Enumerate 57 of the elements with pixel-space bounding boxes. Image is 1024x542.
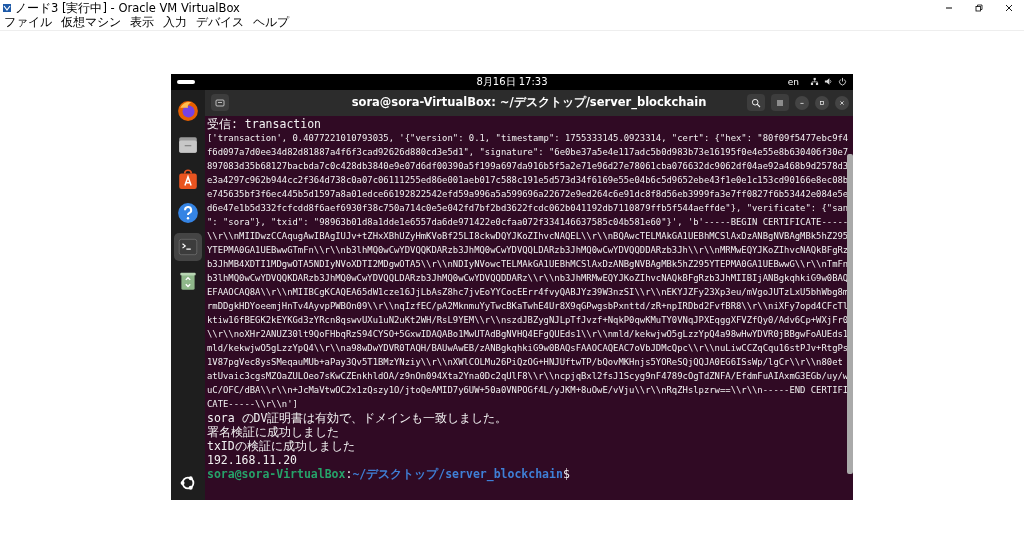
output-line: \\r\\nMIIDwzCCAqugAwIBAgIUJv+tZHxXBhUZyHmKVoBf25LI8ckwDQYJKoZIhvcNAQEL\\r\\nBQAwcTELMAkGA1UEBhMCSlAxDzANBgNVBAgMBk5hZ295 bbox=[207, 229, 847, 243]
maximize-icon bbox=[818, 98, 826, 107]
output-line: YTEPMA0GA1UEBwwGTmFn\\r\\nb3lhMQ0wCwYDVQQKDARzb3JhMQ0wCwYDVQQLDARzb3JhMQ0wCwYDVQQDDARzb3Jh\\r\\nMRMwEQYJKoZIhvcNAQkBFgRz bbox=[207, 243, 847, 257]
network-icon[interactable] bbox=[810, 77, 819, 86]
output-line: b3lhMQ0wCwYDVQQKDARzb3JhMQ0wCwYDVQQLDARzb3JhMQ0wCwYDVQQDDARz\\r\\nb3JhMRMwEQYJKoZIhvcNAQkBFgRzb3JhMIIBIjANBgkqhkiG9w0BAQ bbox=[207, 271, 847, 285]
output-line: atUvaic3cgsMZOaZULOeo7sKwCZEnkhldOA/z9nOn094Xta2Yna0Dc2qUlF8\\r\\ncpjqBxl2fsJ1Scyg9nF4789cOgTdZNFA/EfdmFuAIAxmG3EGb/uy/w bbox=[207, 369, 847, 383]
menu-item[interactable]: デバイス bbox=[196, 15, 244, 30]
close-icon bbox=[838, 98, 846, 107]
output-line: ['transaction', 0.4077221010793035, '{"version": 0.1, "timestamp": 1755333145.0923314, "cert": {"hex": "80f09f5477ebc9f4 bbox=[207, 131, 847, 145]
scrollbar-thumb[interactable] bbox=[847, 153, 853, 474]
output-line: d6e47e1b5d332fcfcdd8f6aef6930f38c750a714c0e5e042fd7bf2bd3622fcdc062b041192db7110879ffb5f544aeffde"}, "verificate": {"san bbox=[207, 201, 847, 215]
menu-item[interactable]: ヘルプ bbox=[253, 15, 289, 30]
output-line: rmDDgkHDYoeemjHnTv4AyvpPWBOn09\\r\\nqIzfEC/pA2MknmuYyTwcBKaTwhE4Ur8X9qGPwgsbPxnttd/zR+npIRDbd2FvfBR8\\r\\niXFy7opd4CFcTl bbox=[207, 299, 847, 313]
prompt-path: ~/デスクトップ/server_blockchain bbox=[352, 466, 563, 481]
output-line: b3JhMB4XDTI1MDgwOTA5NDIyNVoXDTI2MDgwOTA5\\r\\nNDIyNVowcTELMAkGA1UEBhMCSlAxDzANBgNVBAgMBk5hZ295YTEPMA0GA1UEBwwG\\r\\nTmFn bbox=[207, 257, 847, 271]
output-line: EFAAOCAQ8A\\r\\nMIIBCgKCAQEA65dW1cze16JjLbAsZ8hc7jvEoYYCocEErr4fvyQABJYz39W3nzSI\\r\\nEKYJZFy23Xp3eu/mVgoJUTzLxU5bhWbg8m bbox=[207, 285, 847, 299]
output-line: ": "sora"}, "txid": "98963b01d8a1dde1e6557da6de971422e0cfaa072f334146637585c04b581e60"}', 'b'-----BEGIN CERTIFICATE----- bbox=[207, 215, 847, 229]
prompt-separator: : bbox=[345, 466, 353, 481]
output-line: sora のDV証明書は有効で、ドメインも一致しました。 bbox=[207, 410, 509, 425]
help-icon bbox=[177, 201, 199, 224]
close-icon bbox=[1004, 2, 1014, 13]
shopping-bag-icon bbox=[177, 167, 199, 190]
maximize-button[interactable] bbox=[815, 95, 829, 110]
tab-icon bbox=[215, 97, 225, 108]
output-line: CATE-----\\r\\n'] bbox=[207, 397, 299, 411]
ubuntu-logo-icon[interactable] bbox=[179, 473, 197, 492]
output-line: e3a4297c962b944cc2f364d738c0a07c06111255ed86e001aeb017c588c191e5d573d34f6169e55e04b6c5d9652ebe43f1e0e1c153cd90166e8ec08b bbox=[207, 173, 847, 187]
output-line: 897083d35b68127bacbda7c0c428db3840e9e07d6df00390a5f199a697da916b5f5a2e71e96d27e78061cba076632dc9062df04ae92a468b9d2578d3 bbox=[207, 159, 847, 173]
activities-indicator[interactable] bbox=[177, 79, 195, 84]
output-line: 192.168.11.20 bbox=[207, 452, 298, 467]
output-line: 署名検証に成功しました bbox=[207, 424, 340, 439]
prompt-user: sora@sora-VirtualBox bbox=[207, 466, 346, 481]
output-line: f6d097a7d0ee34d82d81887a4f6f3cad92626d880cd3e5d1", "signature": "6e0be37a5e4e117adc5b0d983b73e16195f0e4e55e8b630406f30e7 bbox=[207, 145, 847, 159]
input-method[interactable]: en bbox=[787, 76, 799, 87]
output-line: txIDの検証に成功しました bbox=[207, 438, 356, 453]
search-icon bbox=[751, 97, 761, 108]
output-line: mld/kekwjwO5gLzzYpQ4\\r\\na98wDwYDVR0TAQH/BAUwAwEB/zANBgkqhkiG9w0BAQsFAAOCAQEAC7oVbJDMcQpc\\r\\nuLiwCCZqCqu16stPJv+RtgPs bbox=[207, 341, 847, 355]
output-line: 受信: transaction bbox=[207, 116, 322, 131]
output-line: uC/OFC/dBA\\r\\n+JcMaVtwOC2x1zQszy1O/jtoQeAMID7y6UW+50a0VNPOGf4L/yJKM+8uOwE/vVju\\r\\nRqZHslpzrw==\\r\\n-----END CERTIFI bbox=[207, 383, 847, 397]
output-line: ktiw16fBEGK2kEYKGd3zYRcn8qswvUXu1uN2uKt2WH/RsL9YEM\\r\\nszdJBZygNJLpTfJvzf+NqkP0qwKMuTY0VNqJPXEqggXFVZfQy0/Adv6Cp+WXjFr0 bbox=[207, 313, 847, 327]
output-line: \\r\\noXHr2ANUZ30lt9QoFHbqRzS94CYSO+5GxwIDAQABo1MwUTAdBgNVHQ4EFgQUEds1\\r\\nmld/kekwjwO5gLzzYpQ4a98wHwYDVR0jBBgwFoAUEds1 bbox=[207, 327, 847, 341]
speaker-icon[interactable] bbox=[824, 77, 833, 86]
search-button[interactable] bbox=[747, 94, 765, 111]
menu-item[interactable]: 表示 bbox=[130, 15, 154, 30]
menu-item[interactable]: 仮想マシン bbox=[61, 15, 121, 30]
power-icon[interactable] bbox=[838, 77, 847, 86]
output-line: e745635bf3f6ec445b5d1597a8a01edce66192822542efd59a996a5a599696a22672e9ed264c6e91dc8f8d56eb3999fa3e7ff0827f6b53442e084e5e bbox=[207, 187, 847, 201]
menu-button[interactable] bbox=[771, 94, 789, 111]
prompt-symbol: $ bbox=[562, 466, 570, 481]
menu-item[interactable]: 入力 bbox=[163, 15, 187, 30]
restore-icon bbox=[974, 2, 984, 13]
output-line: 1V87pgVec8ysSMeqauMUb+aPay3Qv5T1BMzYNziy\\r\\nXWlCOLMu26PiQzOG+HNJUftwTP/bQovMKHnjs5YOReSQjQQJA0EG6ISsWp/lgCr\\r\\n80et bbox=[207, 355, 844, 369]
window-title: ノード3 [実行中] - Oracle VM VirtualBox bbox=[15, 0, 240, 15]
new-tab-button[interactable] bbox=[211, 94, 229, 111]
terminal-title: sora@sora-VirtualBox: ~/デスクトップ/server_blockchain bbox=[351, 95, 707, 110]
menu-item[interactable]: ファイル bbox=[4, 15, 52, 30]
clock[interactable]: 8月16日 17:33 bbox=[476, 75, 548, 88]
